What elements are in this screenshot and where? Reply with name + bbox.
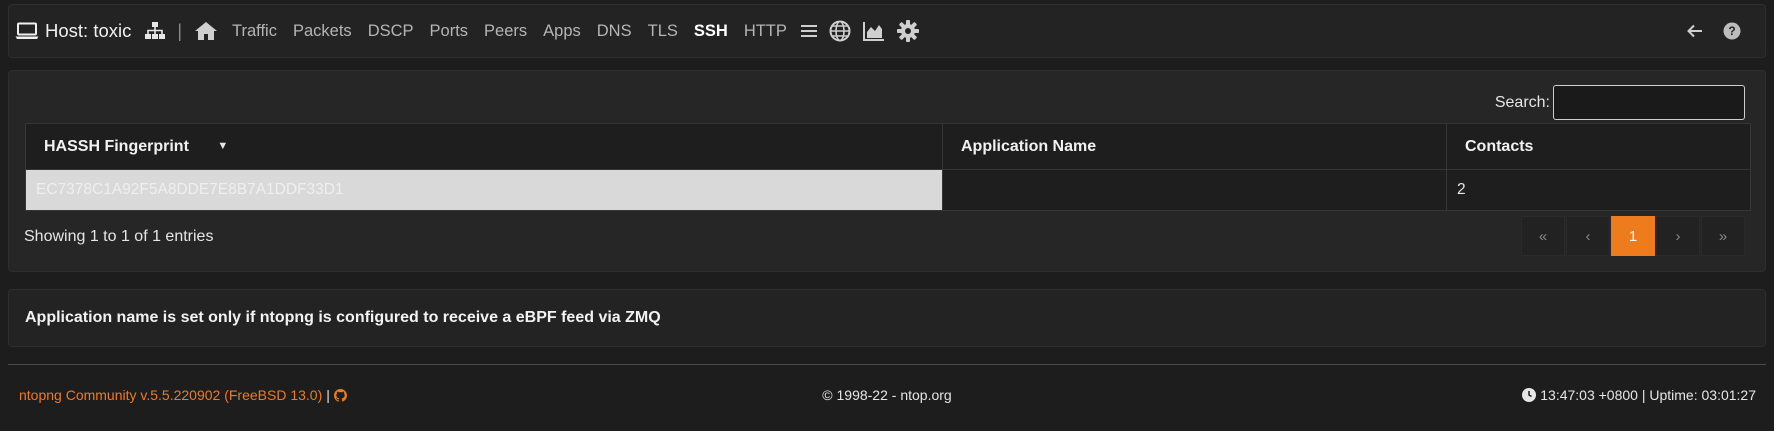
home-icon[interactable]	[194, 21, 218, 41]
footer-version: ntopng Community v.5.5.220902 (FreeBSD 1…	[19, 387, 347, 403]
host-nav: Host: toxic | Traffic Packets DSCP Ports…	[9, 5, 925, 57]
nav-ssh[interactable]: SSH	[694, 22, 728, 41]
nav-peers[interactable]: Peers	[484, 22, 527, 41]
nav-tls[interactable]: TLS	[648, 22, 678, 41]
nav-dns[interactable]: DNS	[597, 22, 632, 41]
back-arrow-icon[interactable]	[1687, 24, 1703, 38]
nav-dscp[interactable]: DSCP	[368, 22, 414, 41]
page-first-button[interactable]: «	[1521, 216, 1565, 256]
col-contacts[interactable]: Contacts	[1446, 123, 1751, 170]
hassh-table: HASSH Fingerprint ▼ Application Name Con…	[25, 123, 1751, 211]
search-row: Search:	[1495, 85, 1745, 120]
gear-icon[interactable]	[896, 20, 919, 42]
page-last-button[interactable]: »	[1701, 216, 1745, 256]
cell-application	[942, 169, 1447, 211]
search-label: Search:	[1494, 93, 1550, 111]
footer-time: 13:47:03 +0800 | Uptime: 03:01:27	[1522, 387, 1756, 403]
page-current-button[interactable]: 1	[1611, 216, 1655, 256]
area-chart-icon[interactable]	[862, 21, 885, 41]
host-label: Host: toxic	[45, 20, 132, 41]
clock-icon	[1522, 388, 1537, 402]
navbar-right: ?	[1677, 22, 1765, 40]
entries-info: Showing 1 to 1 of 1 entries	[24, 228, 214, 245]
laptop-icon	[15, 22, 39, 39]
col-hassh-fingerprint[interactable]: HASSH Fingerprint ▼	[25, 123, 943, 170]
table-row: EC7378C1A92F5A8DDE7E8B7A1DDF33D1 2	[25, 169, 1751, 211]
nav-http[interactable]: HTTP	[744, 22, 787, 41]
info-note: Application name is set only if ntopng i…	[8, 289, 1766, 347]
cell-fingerprint[interactable]: EC7378C1A92F5A8DDE7E8B7A1DDF33D1	[25, 169, 943, 211]
footer-divider	[8, 364, 1766, 365]
search-input[interactable]	[1553, 85, 1745, 120]
svg-text:?: ?	[1728, 24, 1735, 38]
help-icon[interactable]: ?	[1723, 22, 1741, 40]
col-application-name[interactable]: Application Name	[942, 123, 1447, 170]
nav-packets[interactable]: Packets	[293, 22, 352, 41]
globe-icon[interactable]	[829, 20, 851, 42]
pagination: « ‹ 1 › »	[1520, 216, 1745, 256]
sitemap-icon[interactable]	[145, 22, 166, 40]
time-uptime: 13:47:03 +0800 | Uptime: 03:01:27	[1540, 387, 1756, 403]
version-link[interactable]: ntopng Community v.5.5.220902 (FreeBSD 1…	[19, 387, 322, 403]
top-navbar: Host: toxic | Traffic Packets DSCP Ports…	[8, 4, 1766, 58]
footer-pipe: |	[326, 387, 330, 403]
hassh-table-card: Search: HASSH Fingerprint ▼ Application …	[8, 70, 1766, 272]
nav-separator: |	[177, 20, 183, 41]
footer: ntopng Community v.5.5.220902 (FreeBSD 1…	[8, 378, 1766, 412]
list-icon[interactable]	[800, 24, 817, 38]
cell-contacts: 2	[1446, 169, 1751, 211]
col-hassh-fingerprint-label: HASSH Fingerprint	[44, 137, 189, 155]
nav-apps[interactable]: Apps	[543, 22, 581, 41]
table-header-row: HASSH Fingerprint ▼ Application Name Con…	[25, 123, 1751, 170]
nav-traffic[interactable]: Traffic	[232, 22, 277, 41]
nav-ports[interactable]: Ports	[430, 22, 469, 41]
footer-copyright: © 1998-22 - ntop.org	[822, 387, 952, 403]
page-next-button[interactable]: ›	[1656, 216, 1700, 256]
github-icon[interactable]	[333, 388, 347, 402]
page-prev-button[interactable]: ‹	[1566, 216, 1610, 256]
sort-desc-icon: ▼	[217, 140, 229, 153]
host-title[interactable]: Host: toxic	[15, 20, 131, 42]
